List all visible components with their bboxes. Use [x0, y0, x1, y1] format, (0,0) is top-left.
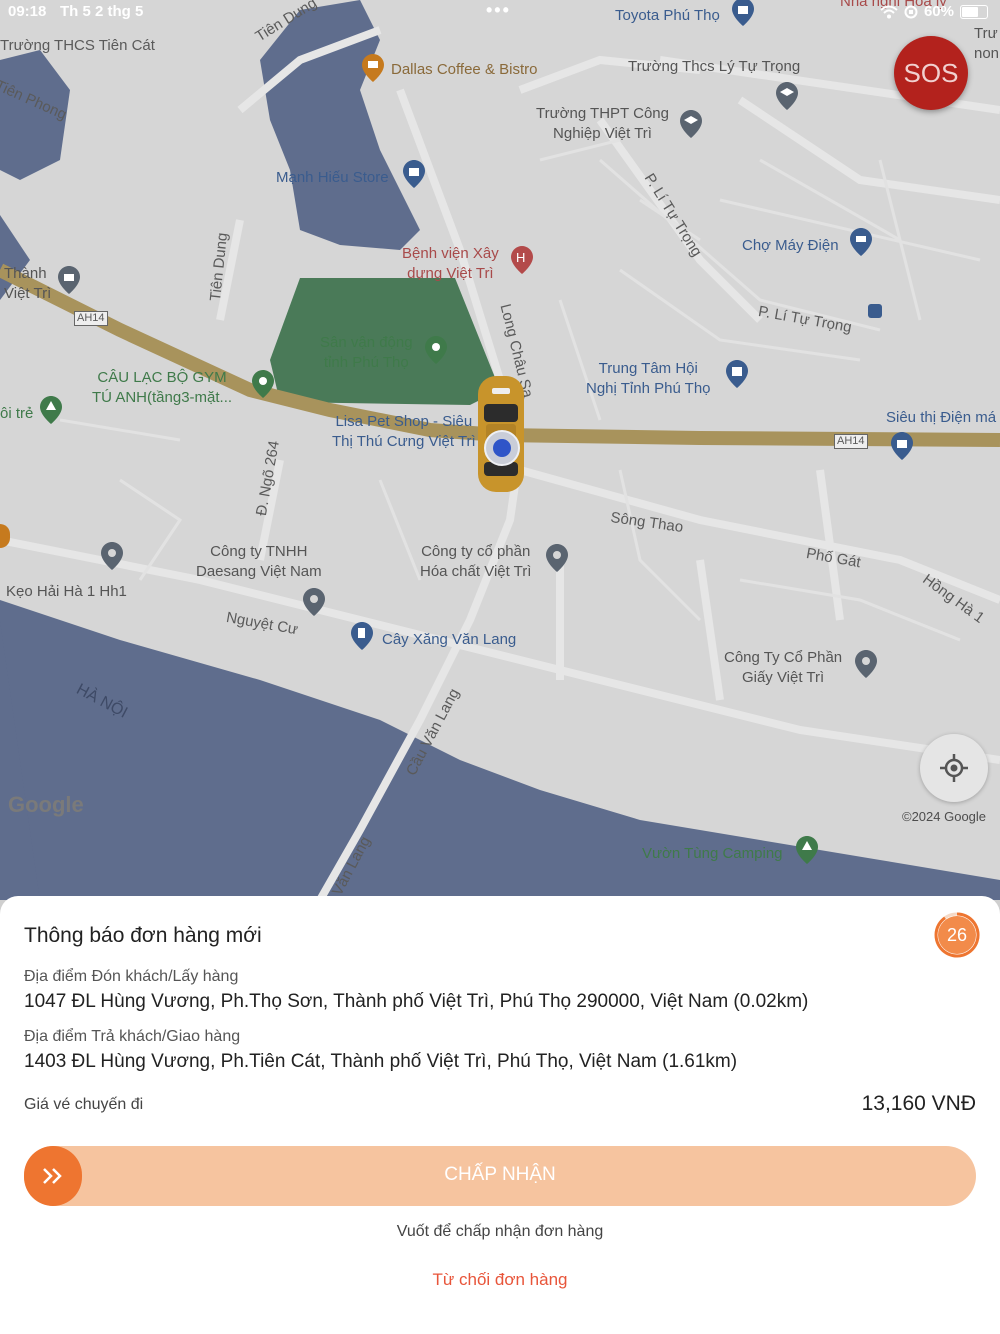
wifi-icon — [880, 5, 898, 18]
current-location-dot — [484, 430, 520, 466]
poi-manh-hieu[interactable]: Mạnh Hiếu Store — [276, 168, 389, 188]
poi-san-van-dong[interactable]: Sân vận động tỉnh Phú Thọ — [320, 333, 413, 373]
place-pin-icon — [855, 650, 877, 678]
countdown-timer: 26 — [938, 916, 976, 954]
poi-thcs-ly-tu-trong[interactable]: Trường Thcs Lý Tự Trọng — [628, 57, 800, 77]
poi-trung-tam-hoi-nghi[interactable]: Trung Tâm Hội Nghị Tỉnh Phú Thọ — [586, 359, 711, 399]
poi-thcs-tien-cat[interactable]: Trường THCS Tiên Cát — [0, 36, 155, 56]
pickup-label: Địa điểm Đón khách/Lấy hàng — [24, 968, 239, 985]
reject-order-link[interactable]: Từ chối đơn hàng — [0, 1270, 1000, 1290]
gym-pin-icon — [252, 370, 274, 398]
crosshair-icon — [940, 754, 968, 782]
poi-truong-mam-non[interactable]: Trư non — [974, 24, 999, 64]
accept-label: CHẤP NHẬN — [444, 1164, 556, 1185]
cafe-pin-icon — [362, 54, 384, 82]
fuel-pin-icon — [351, 622, 373, 650]
highway-shield-ah14: AH14 — [834, 434, 868, 449]
poi-benh-vien[interactable]: Bệnh viện Xây dựng Việt Trì — [402, 244, 499, 284]
place-pin-icon — [546, 544, 568, 572]
multitasking-dots-icon[interactable]: ••• — [486, 0, 511, 21]
building-pin-icon — [726, 360, 748, 388]
map-view[interactable]: Toyota Phú Thọ Nhà nghỉ Hoa ly Trường TH… — [0, 0, 1000, 900]
shop-pin-icon — [403, 160, 425, 188]
fare-label: Giá vé chuyến đi — [24, 1096, 144, 1113]
poi-sieu-thi-dien-may[interactable]: Siêu thị Điện má — [886, 408, 996, 428]
hospital-pin-icon: H — [511, 246, 533, 274]
status-date: Th 5 2 thg 5 — [60, 3, 144, 20]
dropoff-label: Địa điểm Trả khách/Giao hàng — [24, 1028, 241, 1045]
rotation-lock-icon — [904, 5, 918, 18]
poi-thpt-cong-nghiep[interactable]: Trường THPT Công Nghiệp Việt Trì — [536, 104, 669, 144]
bus-stop-icon — [868, 304, 882, 318]
swipe-hint: Vuốt để chấp nhận đơn hàng — [396, 1223, 604, 1240]
google-logo: Google — [8, 792, 84, 817]
status-right: 60% — [880, 3, 988, 20]
school-pin-icon — [776, 82, 798, 110]
tree-pin-icon — [40, 396, 62, 424]
accept-slider[interactable]: CHẤP NHẬN — [24, 1146, 976, 1206]
stadium-pin-icon — [425, 336, 447, 364]
cart-pin-icon — [850, 228, 872, 256]
poi-keo-hai-ha[interactable]: Kẹo Hải Hà 1 Hh1 — [6, 582, 127, 602]
status-bar: 09:18 Th 5 2 thg 5 ••• 60% — [0, 0, 1000, 26]
place-pin-icon — [101, 542, 123, 570]
poi-cho-may-dien[interactable]: Chợ Máy Điện — [742, 236, 839, 256]
highway-shield-ah14: AH14 — [74, 311, 108, 326]
landmark-pin-icon — [58, 266, 80, 294]
school-pin-icon — [680, 110, 702, 138]
new-order-sheet: Thông báo đơn hàng mới 26 Địa điểm Đón k… — [0, 896, 1000, 1334]
shop-pin-icon — [891, 432, 913, 460]
poi-lisa-pet-shop[interactable]: Lisa Pet Shop - Siêu Thị Thú Cưng Việt Tr… — [332, 412, 476, 452]
place-pin-icon — [303, 588, 325, 616]
tree-pin-icon — [796, 836, 818, 864]
poi-cay-xang-van-lang[interactable]: Cây Xăng Văn Lang — [382, 630, 516, 650]
slider-handle[interactable] — [24, 1146, 82, 1206]
sos-button[interactable]: SOS — [894, 36, 968, 110]
poi-vuon-tung-camping[interactable]: Vườn Tùng Camping — [642, 844, 783, 864]
poi-gym[interactable]: CÂU LẠC BỘ GYM TÚ ANH(tầng3-mặt... — [92, 368, 232, 408]
poi-daesang[interactable]: Công ty TNHH Daesang Việt Nam — [196, 542, 322, 582]
poi-dallas[interactable]: Dallas Coffee & Bistro — [391, 60, 537, 80]
double-chevron-right-icon — [43, 1168, 62, 1184]
fare-value: 13,160 VNĐ — [861, 1092, 976, 1115]
poi-giay-viet-tri[interactable]: Công Ty Cổ Phần Giấy Việt Trì — [724, 648, 842, 688]
battery-percent: 60% — [923, 3, 954, 20]
poi-thanh-viet-tri[interactable]: Thành Việt Trì — [4, 264, 51, 304]
order-title: Thông báo đơn hàng mới — [24, 924, 262, 947]
pickup-address: 1047 ĐL Hùng Vương, Ph.Thọ Sơn, Thành ph… — [24, 991, 809, 1012]
poi-hoa-chat-viet-tri[interactable]: Công ty cổ phần Hóa chất Việt Trì — [420, 542, 531, 582]
poi-khu-vui-choi[interactable]: ôi trẻ — [0, 404, 33, 424]
battery-icon — [960, 4, 988, 19]
my-location-button[interactable] — [920, 734, 988, 802]
svg-text:H: H — [516, 250, 525, 265]
dropoff-address: 1403 ĐL Hùng Vương, Ph.Tiên Cát, Thành p… — [24, 1051, 738, 1072]
map-copyright: ©2024 Google — [902, 809, 987, 824]
status-time: 09:18 — [8, 3, 47, 20]
